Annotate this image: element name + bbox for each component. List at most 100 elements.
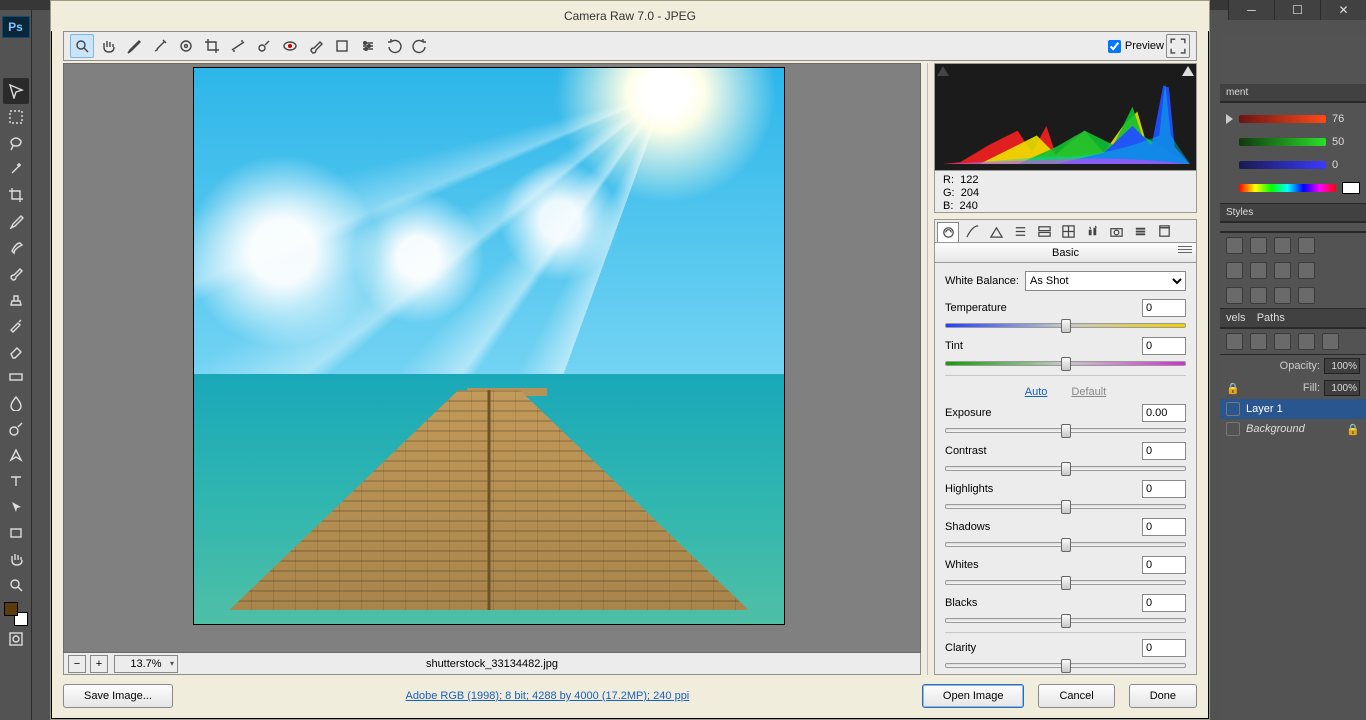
magic-wand-tool-icon[interactable]: [3, 156, 29, 182]
shadow-clipping-icon[interactable]: [937, 66, 949, 78]
visibility-icon[interactable]: [1226, 402, 1240, 416]
window-close-button[interactable]: ✕: [1320, 0, 1366, 20]
blur-tool-icon[interactable]: [3, 390, 29, 416]
panel-tab-channels-paths[interactable]: vels Paths: [1220, 309, 1366, 328]
hsl-tab-icon[interactable]: [1009, 221, 1031, 241]
tone-curve-tab-icon[interactable]: [961, 221, 983, 241]
image-preview-canvas[interactable]: [63, 63, 921, 653]
snapshots-tab-icon[interactable]: [1153, 221, 1175, 241]
blacks-slider[interactable]: [945, 614, 1186, 626]
quick-mask-tool-icon[interactable]: [3, 626, 29, 652]
effects-tab-icon[interactable]: [1081, 221, 1103, 241]
fill-input[interactable]: [1324, 380, 1360, 396]
rectangle-tool-icon[interactable]: [3, 520, 29, 546]
lens-corrections-tab-icon[interactable]: [1057, 221, 1079, 241]
opacity-input[interactable]: [1324, 358, 1360, 374]
red-eye-tool-icon[interactable]: [278, 34, 302, 58]
zoom-tool-icon[interactable]: [3, 572, 29, 598]
adj-icon[interactable]: [1226, 262, 1243, 279]
window-minimize-button[interactable]: ─: [1228, 0, 1274, 20]
ch-icon[interactable]: [1322, 333, 1339, 350]
eyedropper-tool-icon[interactable]: [3, 208, 29, 234]
adj-icon[interactable]: [1274, 287, 1291, 304]
marquee-tool-icon[interactable]: [3, 104, 29, 130]
layer-row[interactable]: Layer 1: [1220, 399, 1366, 419]
highlight-clipping-icon[interactable]: [1182, 66, 1194, 78]
tint-slider[interactable]: [945, 357, 1186, 369]
window-maximize-button[interactable]: ☐: [1274, 0, 1320, 20]
gradient-tool-icon[interactable]: [3, 364, 29, 390]
exposure-input[interactable]: [1142, 404, 1186, 422]
whites-slider[interactable]: [945, 576, 1186, 588]
adj-icon[interactable]: [1250, 287, 1267, 304]
adjustment-brush-tool-icon[interactable]: [304, 34, 328, 58]
straighten-tool-icon[interactable]: [226, 34, 250, 58]
dodge-tool-icon[interactable]: [3, 416, 29, 442]
ch-icon[interactable]: [1298, 333, 1315, 350]
open-preferences-tool-icon[interactable]: [356, 34, 380, 58]
eraser-tool-icon[interactable]: [3, 338, 29, 364]
adj-icon[interactable]: [1274, 262, 1291, 279]
zoom-level-combo[interactable]: 13.7%: [114, 655, 178, 673]
adj-icon[interactable]: [1298, 262, 1315, 279]
adj-icon[interactable]: [1250, 262, 1267, 279]
adj-icon[interactable]: [1250, 237, 1267, 254]
clarity-slider[interactable]: [945, 659, 1186, 671]
adj-icon[interactable]: [1226, 287, 1243, 304]
contrast-input[interactable]: [1142, 442, 1186, 460]
healing-brush-tool-icon[interactable]: [3, 234, 29, 260]
zoom-out-button[interactable]: −: [68, 655, 86, 673]
hand-tool-icon[interactable]: [3, 546, 29, 572]
move-tool-icon[interactable]: [3, 78, 29, 104]
white-balance-select[interactable]: As Shot: [1025, 271, 1186, 291]
zoom-tool-icon[interactable]: [70, 34, 94, 58]
rotate-cw-tool-icon[interactable]: [408, 34, 432, 58]
ch-icon[interactable]: [1250, 333, 1267, 350]
open-image-button[interactable]: Open Image: [922, 684, 1025, 708]
save-image-button[interactable]: Save Image...: [63, 684, 173, 708]
detail-tab-icon[interactable]: [985, 221, 1007, 241]
lasso-tool-icon[interactable]: [3, 130, 29, 156]
targeted-adjustment-tool-icon[interactable]: [174, 34, 198, 58]
split-toning-tab-icon[interactable]: [1033, 221, 1055, 241]
path-selection-tool-icon[interactable]: [3, 494, 29, 520]
camera-calibration-tab-icon[interactable]: [1105, 221, 1127, 241]
done-button[interactable]: Done: [1129, 684, 1197, 708]
adj-icon[interactable]: [1298, 237, 1315, 254]
shadows-input[interactable]: [1142, 518, 1186, 536]
exposure-slider[interactable]: [945, 424, 1186, 436]
ch-icon[interactable]: [1226, 333, 1243, 350]
panel-menu-icon[interactable]: [1178, 246, 1192, 255]
adj-icon[interactable]: [1274, 237, 1291, 254]
blacks-input[interactable]: [1142, 594, 1186, 612]
panel-tab-styles[interactable]: Styles: [1220, 204, 1366, 222]
white-balance-tool-icon[interactable]: [122, 34, 146, 58]
type-tool-icon[interactable]: [3, 468, 29, 494]
crop-tool-icon[interactable]: [200, 34, 224, 58]
adj-icon[interactable]: [1298, 287, 1315, 304]
crop-tool-icon[interactable]: [3, 182, 29, 208]
layer-row[interactable]: Background 🔒: [1220, 419, 1366, 439]
clone-stamp-tool-icon[interactable]: [3, 286, 29, 312]
spot-removal-tool-icon[interactable]: [252, 34, 276, 58]
visibility-icon[interactable]: [1226, 422, 1240, 436]
blue-slider-track[interactable]: [1239, 161, 1326, 169]
tint-input[interactable]: [1142, 337, 1186, 355]
temperature-slider[interactable]: [945, 319, 1186, 331]
hue-strip[interactable]: [1239, 184, 1336, 192]
red-slider-track[interactable]: [1239, 115, 1326, 123]
temperature-input[interactable]: [1142, 299, 1186, 317]
lock-icons-group[interactable]: 🔒: [1226, 382, 1240, 395]
history-brush-tool-icon[interactable]: [3, 312, 29, 338]
presets-tab-icon[interactable]: [1129, 221, 1151, 241]
rotate-ccw-tool-icon[interactable]: [382, 34, 406, 58]
pen-tool-icon[interactable]: [3, 442, 29, 468]
toggle-fullscreen-button[interactable]: [1166, 34, 1190, 58]
panel-tab-ment[interactable]: ment: [1220, 84, 1366, 102]
adj-icon[interactable]: [1226, 237, 1243, 254]
color-swatches-icon[interactable]: [4, 602, 28, 626]
graduated-filter-tool-icon[interactable]: [330, 34, 354, 58]
basic-tab-icon[interactable]: [937, 222, 959, 242]
color-sampler-tool-icon[interactable]: [148, 34, 172, 58]
default-link[interactable]: Default: [1071, 386, 1106, 398]
